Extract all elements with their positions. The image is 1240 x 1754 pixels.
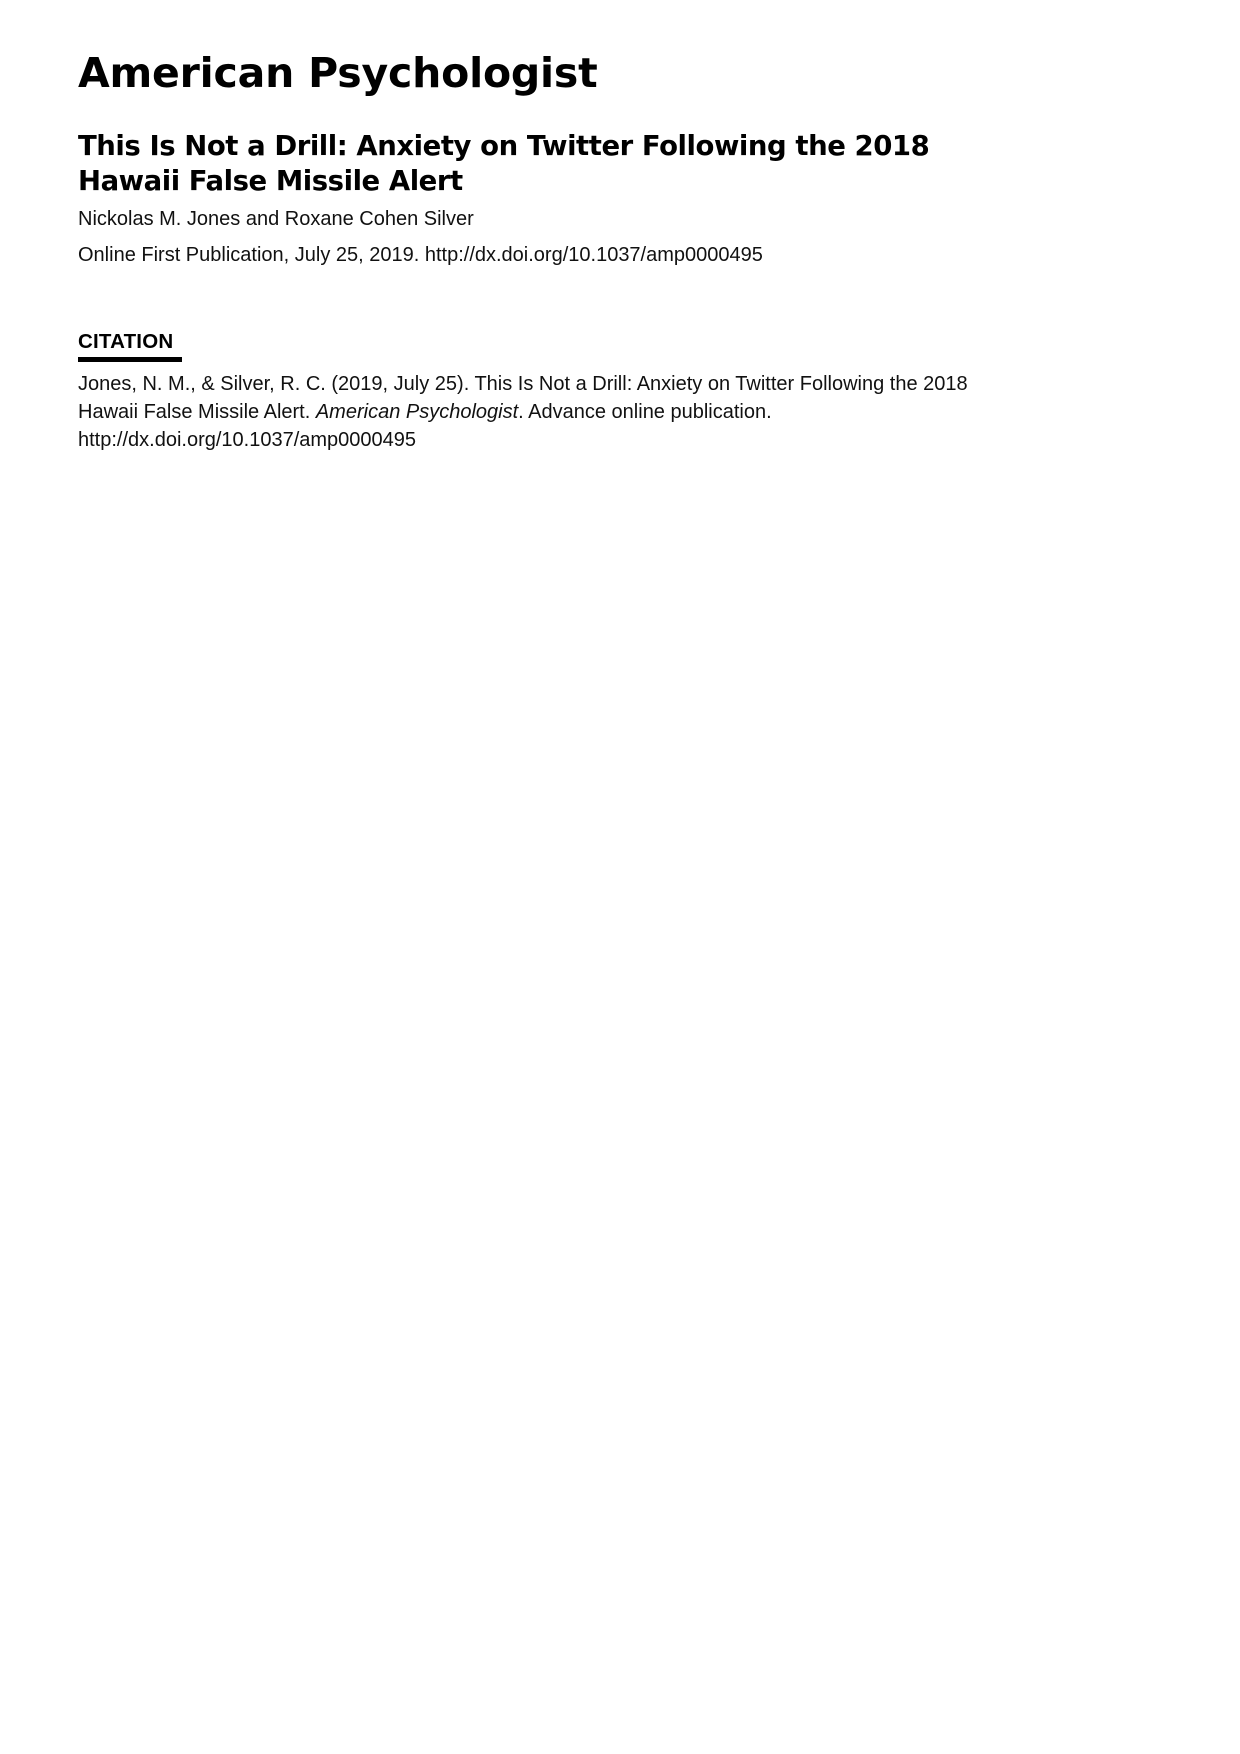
citation-text: Jones, N. M., & Silver, R. C. (2019, Jul… bbox=[78, 371, 1120, 426]
cover-page-content: American Psychologist This Is Not a Dril… bbox=[78, 49, 1138, 454]
citation-line-1: Jones, N. M., & Silver, R. C. (2019, Jul… bbox=[78, 373, 968, 396]
citation-journal-name: American Psychologist bbox=[315, 401, 519, 424]
article-title: This Is Not a Drill: Anxiety on Twitter … bbox=[78, 129, 1118, 199]
article-title-line-1: This Is Not a Drill: Anxiety on Twitter … bbox=[78, 130, 930, 163]
citation-underline-rule bbox=[78, 357, 182, 363]
citation-heading: CITATION bbox=[78, 329, 174, 353]
document-page: American Psychologist This Is Not a Dril… bbox=[0, 0, 1240, 1754]
citation-heading-wrapper: CITATION bbox=[78, 330, 1138, 355]
citation-line-2-suffix: . Advance online publication. bbox=[518, 401, 772, 424]
journal-title: American Psychologist bbox=[78, 49, 598, 97]
citation-line-2-prefix: Hawaii False Missile Alert. bbox=[78, 401, 316, 424]
citation-block: CITATION Jones, N. M., & Silver, R. C. (… bbox=[78, 330, 1138, 454]
article-title-line-2: Hawaii False Missile Alert bbox=[78, 164, 463, 197]
citation-doi-link[interactable]: http://dx.doi.org/10.1037/amp0000495 bbox=[78, 427, 1138, 455]
article-publication-info: Online First Publication, July 25, 2019.… bbox=[78, 243, 763, 266]
article-authors: Nickolas M. Jones and Roxane Cohen Silve… bbox=[78, 207, 474, 230]
